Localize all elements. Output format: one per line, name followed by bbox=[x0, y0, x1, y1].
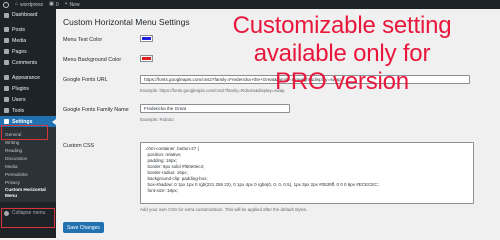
pin-icon bbox=[4, 27, 9, 32]
sidebar-item-pages[interactable]: Pages bbox=[0, 46, 56, 57]
menu-text-color-swatch bbox=[142, 37, 151, 40]
menu-bg-color-label: Menu Background Color bbox=[63, 57, 122, 63]
comment-icon: ▣ bbox=[49, 1, 54, 7]
submenu-item-label: Discussion bbox=[5, 155, 28, 161]
sidebar-item-settings[interactable]: Settings bbox=[0, 116, 56, 127]
submenu-item-privacy[interactable]: Privacy bbox=[0, 178, 56, 186]
custom-css-textarea[interactable]: .chm-container .button-27 { position: re… bbox=[140, 142, 474, 204]
save-changes-button[interactable]: Save Changes bbox=[63, 222, 104, 233]
custom-css-hint: Add your own CSS for extra customization… bbox=[140, 207, 308, 212]
submenu-item-custom-horizontal-menu[interactable]: Custom Horizontal Menu bbox=[0, 186, 50, 199]
collapse-icon bbox=[4, 210, 9, 216]
new-label: New bbox=[69, 1, 80, 8]
font-family-input[interactable]: Fredericka the Great bbox=[140, 104, 290, 113]
comment-icon bbox=[4, 60, 9, 65]
sidebar-item-media[interactable]: Media bbox=[0, 35, 56, 46]
sidebar-item-label: Appearance bbox=[12, 74, 40, 81]
dashboard-icon bbox=[4, 12, 9, 18]
submenu-item-media[interactable]: Media bbox=[0, 162, 56, 170]
sidebar-item-label: Media bbox=[12, 37, 27, 44]
font-family-label: Google Fonts Family Name bbox=[63, 107, 129, 113]
sidebar-item-dashboard[interactable]: Dashboard bbox=[0, 9, 56, 21]
sidebar-item-tools[interactable]: Tools bbox=[0, 105, 56, 116]
settings-submenu: General Writing Reading Discussion Media… bbox=[0, 127, 56, 202]
sidebar-item-comments[interactable]: Comments bbox=[0, 57, 56, 68]
main-content: Custom Horizontal Menu Settings Menu Tex… bbox=[56, 9, 500, 238]
submenu-item-label: Media bbox=[5, 163, 18, 169]
sidebar-item-plugins[interactable]: Plugins bbox=[0, 83, 56, 94]
sidebar-item-label: Comments bbox=[12, 59, 38, 66]
site-name: wordpress bbox=[20, 1, 44, 8]
pro-version-banner: Customizable setting available only for … bbox=[232, 12, 452, 95]
menu-bg-color-swatch bbox=[142, 57, 151, 60]
custom-css-label: Custom CSS bbox=[63, 143, 95, 149]
collapse-label: Collapse menu bbox=[12, 210, 46, 216]
sidebar-item-label: Plugins bbox=[12, 85, 30, 92]
sidebar-item-label: Tools bbox=[12, 107, 25, 114]
sidebar-item-appearance[interactable]: Appearance bbox=[0, 72, 56, 83]
submenu-item-discussion[interactable]: Discussion bbox=[0, 154, 56, 162]
menu-bg-color-picker[interactable] bbox=[140, 55, 153, 62]
settings-icon bbox=[4, 119, 9, 124]
plugin-icon bbox=[4, 86, 9, 91]
sidebar-item-users[interactable]: Users bbox=[0, 94, 56, 105]
sidebar-item-label: Posts bbox=[12, 26, 25, 33]
sidebar-item-label: Settings bbox=[12, 118, 33, 125]
menu-text-color-label: Menu Text Color bbox=[63, 37, 103, 43]
new-content-link[interactable]: + New bbox=[65, 2, 80, 8]
sidebar-item-posts[interactable]: Posts bbox=[0, 24, 56, 35]
font-family-example: Example: Roboto bbox=[140, 117, 174, 122]
fonts-url-label: Google Fonts URL bbox=[63, 77, 108, 83]
site-name-link[interactable]: ⌂ wordpress bbox=[15, 2, 43, 8]
wrench-icon bbox=[4, 108, 9, 113]
submenu-item-general[interactable]: General bbox=[0, 130, 56, 138]
css-line: font-size: 18px; bbox=[145, 188, 179, 193]
page-icon bbox=[4, 49, 9, 54]
submenu-item-label: Writing bbox=[5, 139, 20, 145]
comments-link[interactable]: ▣ 0 bbox=[49, 2, 59, 8]
submenu-item-writing[interactable]: Writing bbox=[0, 138, 56, 146]
wordpress-logo-icon[interactable] bbox=[3, 1, 9, 8]
media-icon bbox=[4, 38, 9, 43]
submenu-item-label: Reading bbox=[5, 147, 23, 153]
sidebar-item-label: Users bbox=[12, 96, 26, 103]
comments-count: 0 bbox=[55, 1, 59, 8]
submenu-item-label: Custom Horizontal Menu bbox=[5, 187, 46, 198]
home-icon: ⌂ bbox=[15, 1, 19, 7]
submenu-item-label: Privacy bbox=[5, 179, 21, 185]
submenu-item-reading[interactable]: Reading bbox=[0, 146, 56, 154]
admin-bar: ⌂ wordpress ▣ 0 + New bbox=[0, 0, 500, 9]
paintbrush-icon bbox=[4, 75, 9, 80]
submenu-item-permalinks[interactable]: Permalinks bbox=[0, 170, 56, 178]
sidebar-item-label: Dashboard bbox=[12, 12, 38, 18]
user-icon bbox=[4, 97, 9, 102]
page-title: Custom Horizontal Menu Settings bbox=[63, 17, 190, 27]
sidebar-item-label: Pages bbox=[12, 48, 27, 55]
submenu-item-label: Permalinks bbox=[5, 171, 28, 177]
submenu-item-label: General bbox=[5, 131, 22, 137]
plus-icon: + bbox=[64, 1, 68, 7]
admin-sidebar: Dashboard Posts Media Pages Comments App… bbox=[0, 9, 56, 238]
collapse-menu-button[interactable]: Collapse menu bbox=[0, 208, 56, 218]
menu-text-color-picker[interactable] bbox=[140, 35, 153, 42]
